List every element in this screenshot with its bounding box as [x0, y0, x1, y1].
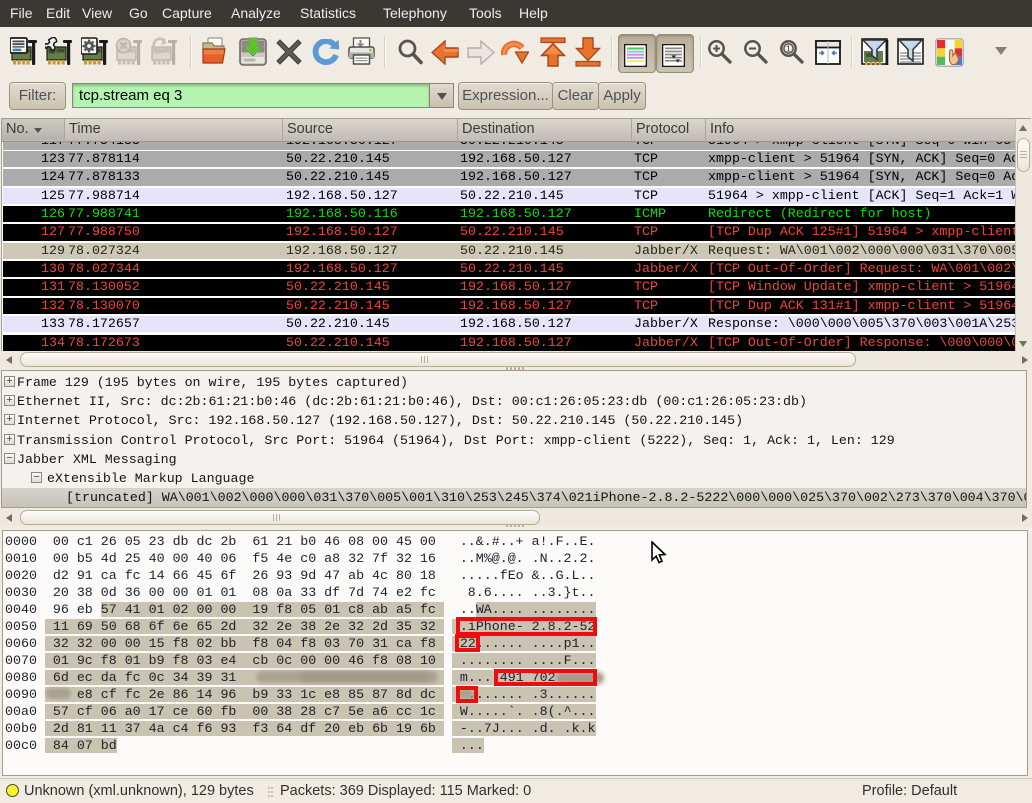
svg-text:1: 1 [786, 44, 791, 54]
